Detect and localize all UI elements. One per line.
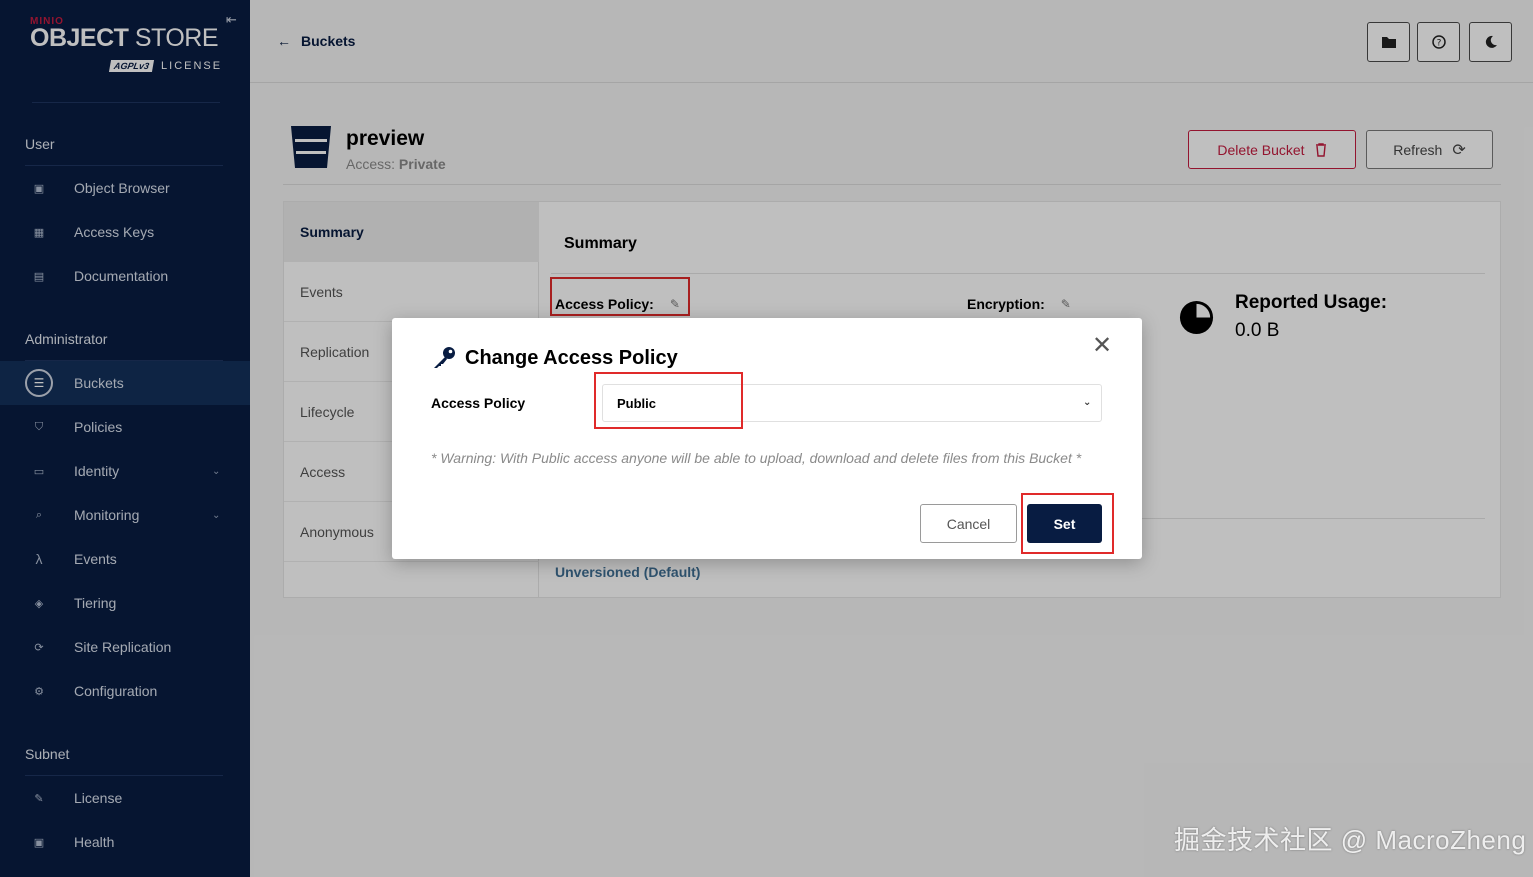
access-policy-label: Access Policy xyxy=(431,395,526,411)
public-access-warning: * Warning: With Public access anyone wil… xyxy=(431,450,1082,466)
highlight-select xyxy=(594,372,743,429)
highlight-set-button xyxy=(1021,493,1114,554)
chevron-down-icon: ⌄ xyxy=(1083,397,1092,408)
key-icon xyxy=(434,347,455,368)
modal-title: Change Access Policy xyxy=(431,346,678,370)
cancel-button[interactable]: Cancel xyxy=(920,504,1017,543)
watermark: 掘金技术社区 @ MacroZheng xyxy=(1174,825,1527,855)
close-icon[interactable]: ✕ xyxy=(1092,334,1112,358)
change-access-policy-modal: Change Access Policy ✕ Access Policy Pub… xyxy=(392,318,1142,559)
